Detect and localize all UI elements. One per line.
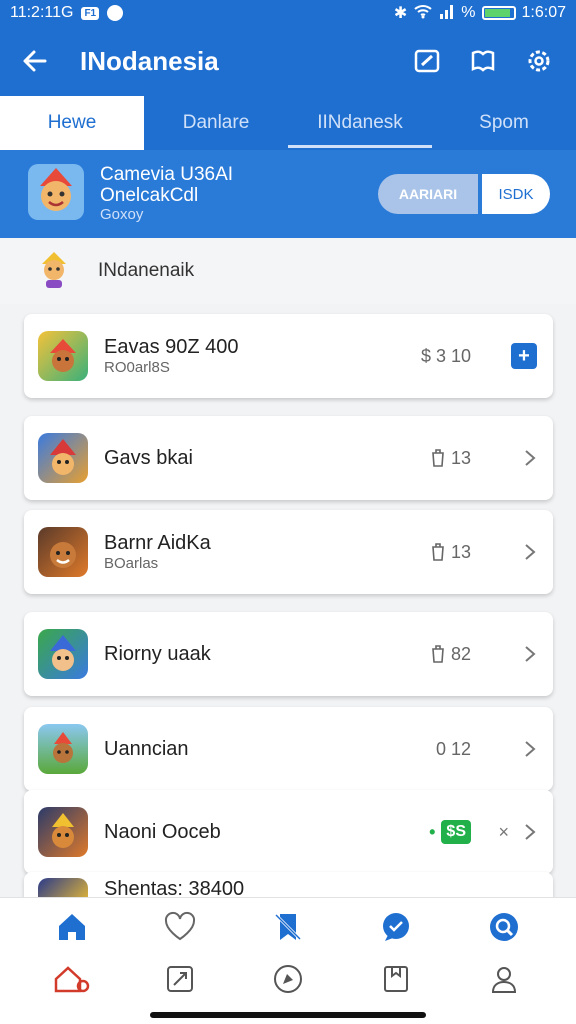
item-name: Uanncian [104, 737, 189, 760]
item-subtitle: RO0arl8S [104, 358, 170, 376]
chat-icon[interactable] [374, 906, 418, 948]
tab-indanesk[interactable]: IINdanesk [288, 96, 432, 150]
item-count: 82 [450, 643, 471, 664]
tab-hewe[interactable]: Hewe [0, 96, 144, 150]
settings-gear-icon[interactable] [522, 44, 556, 78]
section-character-icon [34, 248, 76, 295]
item-meta: 13 [431, 542, 471, 563]
add-button[interactable]: + [511, 343, 537, 369]
app-icon [38, 433, 88, 483]
app-icon [38, 629, 88, 679]
list-item[interactable]: Barnr AidKa BOarlas 13 [24, 510, 553, 594]
list-item[interactable]: Riorny uaak 82 [24, 612, 553, 696]
wifi-icon [413, 3, 433, 24]
item-meta: 82 [431, 644, 471, 665]
app-icon [38, 331, 88, 381]
profile-icon[interactable] [482, 958, 526, 1000]
image-icon[interactable] [158, 958, 202, 1000]
heart-icon[interactable] [158, 906, 202, 948]
app-icon [38, 807, 88, 857]
list-item[interactable]: Gavs bkai 13 [24, 416, 553, 500]
chevron-right-icon[interactable] [523, 822, 537, 842]
chevron-right-icon[interactable] [523, 448, 537, 468]
app-bar: INodanesia [0, 26, 576, 96]
status-bar: 11:2:11G F1 ✱ % 1:6:07 [0, 0, 576, 26]
battery-icon [481, 6, 516, 20]
item-subtitle: BOarlas [104, 554, 159, 572]
trash-icon [432, 543, 444, 561]
home-outline-icon[interactable] [50, 958, 94, 1000]
edit-icon[interactable] [410, 44, 444, 78]
status-time-right: 1:6:07 [521, 4, 566, 21]
item-meta: • $S [429, 820, 471, 844]
banner-primary-button[interactable]: AARIARI [378, 174, 478, 214]
item-meta: 13 [431, 448, 471, 469]
signal-percent: % [461, 4, 476, 21]
compass-icon[interactable] [266, 958, 310, 1000]
tab-danlare[interactable]: Danlare [144, 96, 288, 150]
book-icon[interactable] [466, 44, 500, 78]
item-count: 13 [450, 447, 471, 468]
section-label: INdanenaik [98, 260, 195, 281]
tab-spom[interactable]: Spom [432, 96, 576, 150]
green-dot-icon: • [429, 821, 436, 842]
app-icon [38, 527, 88, 577]
chevron-right-icon[interactable] [523, 739, 537, 759]
trash-icon [432, 449, 444, 467]
item-price: $ 3 10 [420, 345, 471, 366]
featured-banner[interactable]: Camevia U36AI OnelcakCdl Goxoy AARIARI I… [0, 150, 576, 238]
close-icon[interactable]: × [498, 822, 509, 843]
banner-caption: Goxoy [100, 205, 144, 223]
search-icon[interactable] [482, 906, 526, 948]
home-indicator[interactable] [150, 1012, 426, 1018]
chevron-right-icon[interactable] [523, 542, 537, 562]
item-name: Barnr AidKa [104, 531, 211, 554]
bottom-navigation [0, 897, 576, 1024]
bookmark-slash-icon[interactable] [266, 906, 310, 948]
item-count: 0 12 [435, 738, 471, 759]
item-count: 13 [450, 541, 471, 562]
item-name: Eavas 90Z 400 [104, 335, 239, 358]
banner-subtitle: OnelcakCdl [100, 184, 199, 206]
item-name: Riorny uaak [104, 642, 211, 665]
banner-app-icon [26, 162, 86, 227]
list-item[interactable]: Eavas 90Z 400 RO0arl8S $ 3 10 + [24, 314, 553, 398]
back-arrow-icon[interactable] [0, 44, 70, 78]
trash-icon [432, 645, 444, 663]
home-icon[interactable] [50, 906, 94, 948]
banner-title: Camevia U36AI [100, 163, 234, 185]
item-name: Naoni Ooceb [104, 820, 221, 843]
bluetooth-icon: ✱ [393, 5, 408, 22]
tab-bar: Hewe Danlare IINdanesk Spom [0, 96, 576, 150]
list-item[interactable]: Uanncian 0 12 [24, 707, 553, 791]
signal-icon [439, 3, 455, 24]
page-title: INodanesia [80, 45, 219, 76]
item-name: Gavs bkai [104, 446, 193, 469]
banner-secondary-button[interactable]: ISDK [482, 174, 550, 214]
price-tag: $S [441, 820, 471, 844]
section-header: INdanenaik [0, 238, 576, 304]
chevron-right-icon[interactable] [523, 644, 537, 664]
status-time: 11:2:11G [10, 4, 74, 21]
app-icon [38, 724, 88, 774]
notification-badge: F1 [81, 6, 100, 20]
list-item[interactable]: Naoni Ooceb • $S × [24, 790, 553, 874]
notification-icon [107, 5, 124, 21]
bookmark-icon[interactable] [374, 958, 418, 1000]
